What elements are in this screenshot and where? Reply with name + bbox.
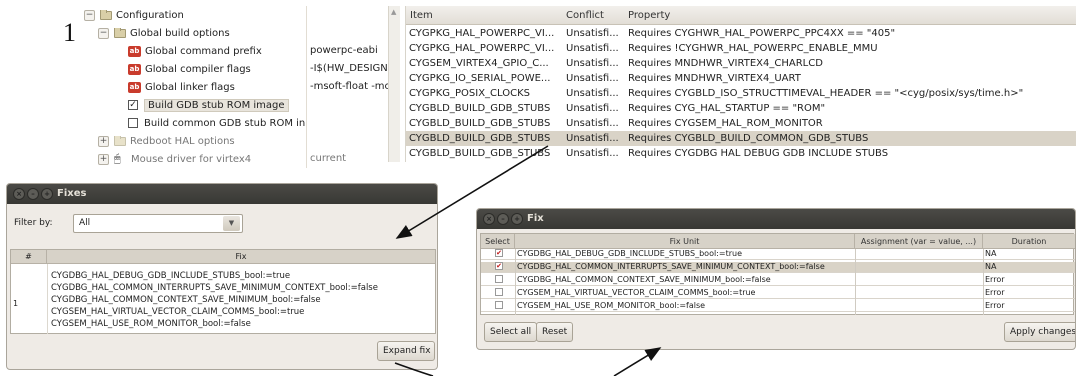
arrow-expand-to-fix (394, 362, 434, 376)
arrow-conflict-to-fixes (395, 145, 549, 239)
arrow-to-fix-window (613, 347, 662, 376)
annotation-arrows (394, 145, 662, 376)
